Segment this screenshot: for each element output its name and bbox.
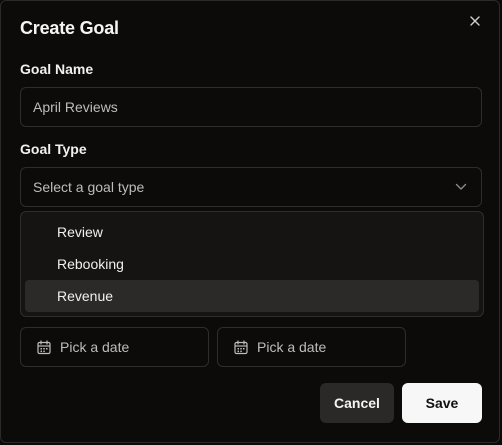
goal-type-label: Goal Type (20, 141, 87, 157)
start-date-picker[interactable]: Pick a date (20, 327, 209, 367)
option-label: Revenue (57, 288, 114, 304)
calendar-icon (234, 339, 248, 354)
option-review[interactable]: Review (25, 216, 479, 248)
dialog-title: Create Goal (20, 18, 119, 38)
option-label: Review (57, 224, 103, 240)
save-button[interactable]: Save (402, 383, 482, 423)
end-date-placeholder: Pick a date (257, 339, 327, 355)
option-rebooking[interactable]: Rebooking (25, 248, 479, 280)
chevron-down-icon (455, 183, 467, 190)
goal-name-value: April Reviews (33, 99, 118, 115)
goal-type-placeholder: Select a goal type (33, 179, 145, 195)
start-date-placeholder: Pick a date (60, 339, 130, 355)
calendar-icon (37, 339, 51, 354)
goal-name-input[interactable]: April Reviews (20, 87, 482, 127)
goal-name-label: Goal Name (20, 61, 94, 77)
cancel-button[interactable]: Cancel (320, 383, 394, 423)
create-goal-dialog: Create Goal Goal Name April Reviews Goal… (0, 0, 500, 443)
close-icon (470, 16, 480, 26)
option-revenue[interactable]: Revenue (25, 280, 479, 312)
goal-type-dropdown: Review Rebooking Revenue (20, 211, 484, 317)
option-label: Rebooking (57, 256, 124, 272)
close-button[interactable] (467, 13, 483, 29)
end-date-picker[interactable]: Pick a date (217, 327, 406, 367)
goal-type-select[interactable]: Select a goal type (20, 167, 482, 207)
